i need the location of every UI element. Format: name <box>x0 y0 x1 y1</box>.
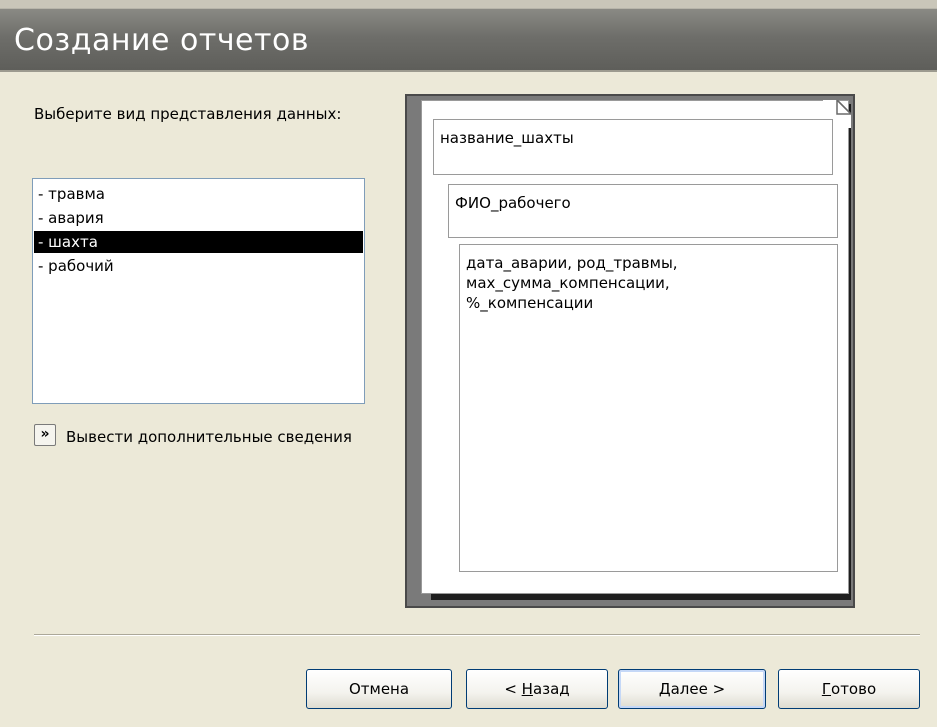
button-separator <box>34 634 920 636</box>
back-prefix: < <box>504 680 522 698</box>
double-chevron-right-icon: » <box>40 426 50 442</box>
wizard-title: Создание отчетов <box>14 23 310 58</box>
finish-mnemonic: Г <box>821 680 832 698</box>
finish-label-rest: отово <box>831 680 877 698</box>
preview-detail-line: %_компенсации <box>466 294 594 312</box>
preview-detail-fields: дата_аварии, род_травмы, мах_сумма_компе… <box>459 244 838 572</box>
preview-level2-text: ФИО_рабочего <box>455 194 571 212</box>
preview-group-level1: название_шахты <box>433 119 833 175</box>
next-button[interactable]: Далее > <box>618 669 766 709</box>
back-mnemonic: Н <box>521 680 533 698</box>
view-prompt-label: Выберите вид представления данных: <box>34 105 342 123</box>
list-item-travma[interactable]: - травма <box>34 183 363 205</box>
preview-group-level2: ФИО_рабочего <box>448 184 838 238</box>
list-item-rabochiy[interactable]: - рабочий <box>34 255 363 277</box>
next-mnemonic: Д <box>658 680 671 698</box>
view-listbox[interactable]: - травма - авария - шахта - рабочий <box>32 178 365 404</box>
back-label-rest: азад <box>532 680 570 698</box>
wizard-header: Создание отчетов <box>0 8 937 72</box>
cancel-button[interactable]: Отмена <box>306 669 452 709</box>
show-more-button[interactable]: » <box>34 424 56 446</box>
report-wizard-dialog: Создание отчетов Выберите вид представле… <box>0 0 937 727</box>
list-item-shakhta[interactable]: - шахта <box>34 231 363 253</box>
list-item-avariya[interactable]: - авария <box>34 207 363 229</box>
finish-button[interactable]: Готово <box>778 669 920 709</box>
show-more-label[interactable]: Вывести дополнительные сведения <box>66 426 366 448</box>
preview-level1-text: название_шахты <box>440 129 574 147</box>
cancel-button-label: Отмена <box>348 680 410 698</box>
preview-detail-line: дата_аварии, род_травмы, <box>466 254 678 272</box>
preview-detail-line: мах_сумма_компенсации, <box>466 274 670 292</box>
back-button[interactable]: < Назад <box>466 669 608 709</box>
next-label-rest: алее > <box>670 680 726 698</box>
